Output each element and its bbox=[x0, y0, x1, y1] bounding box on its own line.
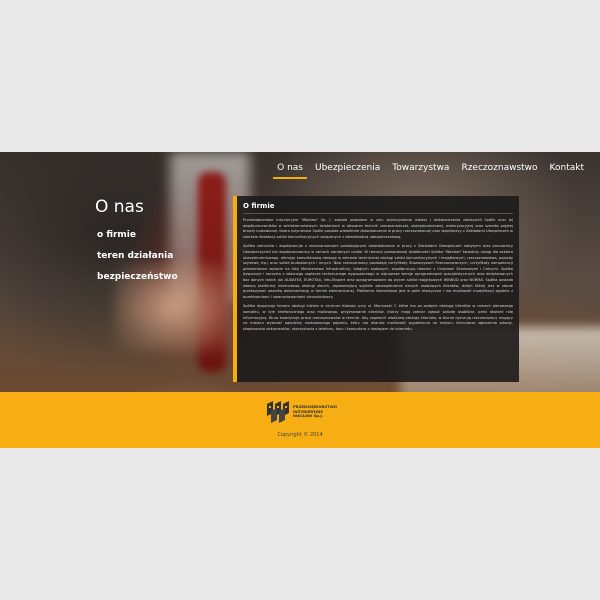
content-panel: O firmie Przedsiębiorstwo Inżynieryjne "… bbox=[233, 196, 519, 382]
content-paragraph: Przedsiębiorstwo Inżynieryjne "Wacław" S… bbox=[243, 218, 513, 239]
nav-item-ubezpieczenia[interactable]: Ubezpieczenia bbox=[309, 161, 386, 175]
company-logo-text: PRZEDSIĘBIORSTWO INŻYNIERYJNE WACŁAW Sp.… bbox=[293, 404, 337, 419]
main-nav: O nas Ubezpieczenia Towarzystwa Rzeczozn… bbox=[271, 161, 590, 179]
nav-item-towarzystwa[interactable]: Towarzystwa bbox=[386, 161, 455, 175]
sidebar-menu: o firmie teren działania bezpieczeństwo bbox=[97, 225, 178, 288]
footer: PRZEDSIĘBIORSTWO INŻYNIERYJNE WACŁAW Sp.… bbox=[0, 392, 600, 448]
sidebar-item-bezpieczenstwo[interactable]: bezpieczeństwo bbox=[97, 267, 178, 288]
logo-text-line: WACŁAW Sp.J. bbox=[293, 413, 324, 419]
nav-item-o-nas[interactable]: O nas bbox=[271, 161, 309, 179]
sidebar-item-teren-dzialania[interactable]: teren działania bbox=[97, 246, 178, 267]
sidebar-item-o-firmie[interactable]: o firmie bbox=[97, 225, 178, 246]
content-heading: O firmie bbox=[243, 202, 513, 214]
content-paragraph: Spółka dysponuje biurem obsługi klienta … bbox=[243, 304, 513, 331]
company-logo-icon bbox=[267, 401, 289, 423]
company-logo[interactable]: PRZEDSIĘBIORSTWO INŻYNIERYJNE WACŁAW Sp.… bbox=[266, 400, 337, 424]
nav-item-kontakt[interactable]: Kontakt bbox=[544, 161, 590, 175]
nav-item-rzeczoznawstwo[interactable]: Rzeczoznawstwo bbox=[455, 161, 543, 175]
page: O nas Ubezpieczenia Towarzystwa Rzeczozn… bbox=[0, 0, 600, 600]
section-title: O nas bbox=[95, 197, 144, 217]
content-paragraph: Spółka zatrudnia i współpracuje z rzeczo… bbox=[243, 244, 513, 299]
copyright-text: Copyright © 2014 bbox=[277, 432, 323, 438]
